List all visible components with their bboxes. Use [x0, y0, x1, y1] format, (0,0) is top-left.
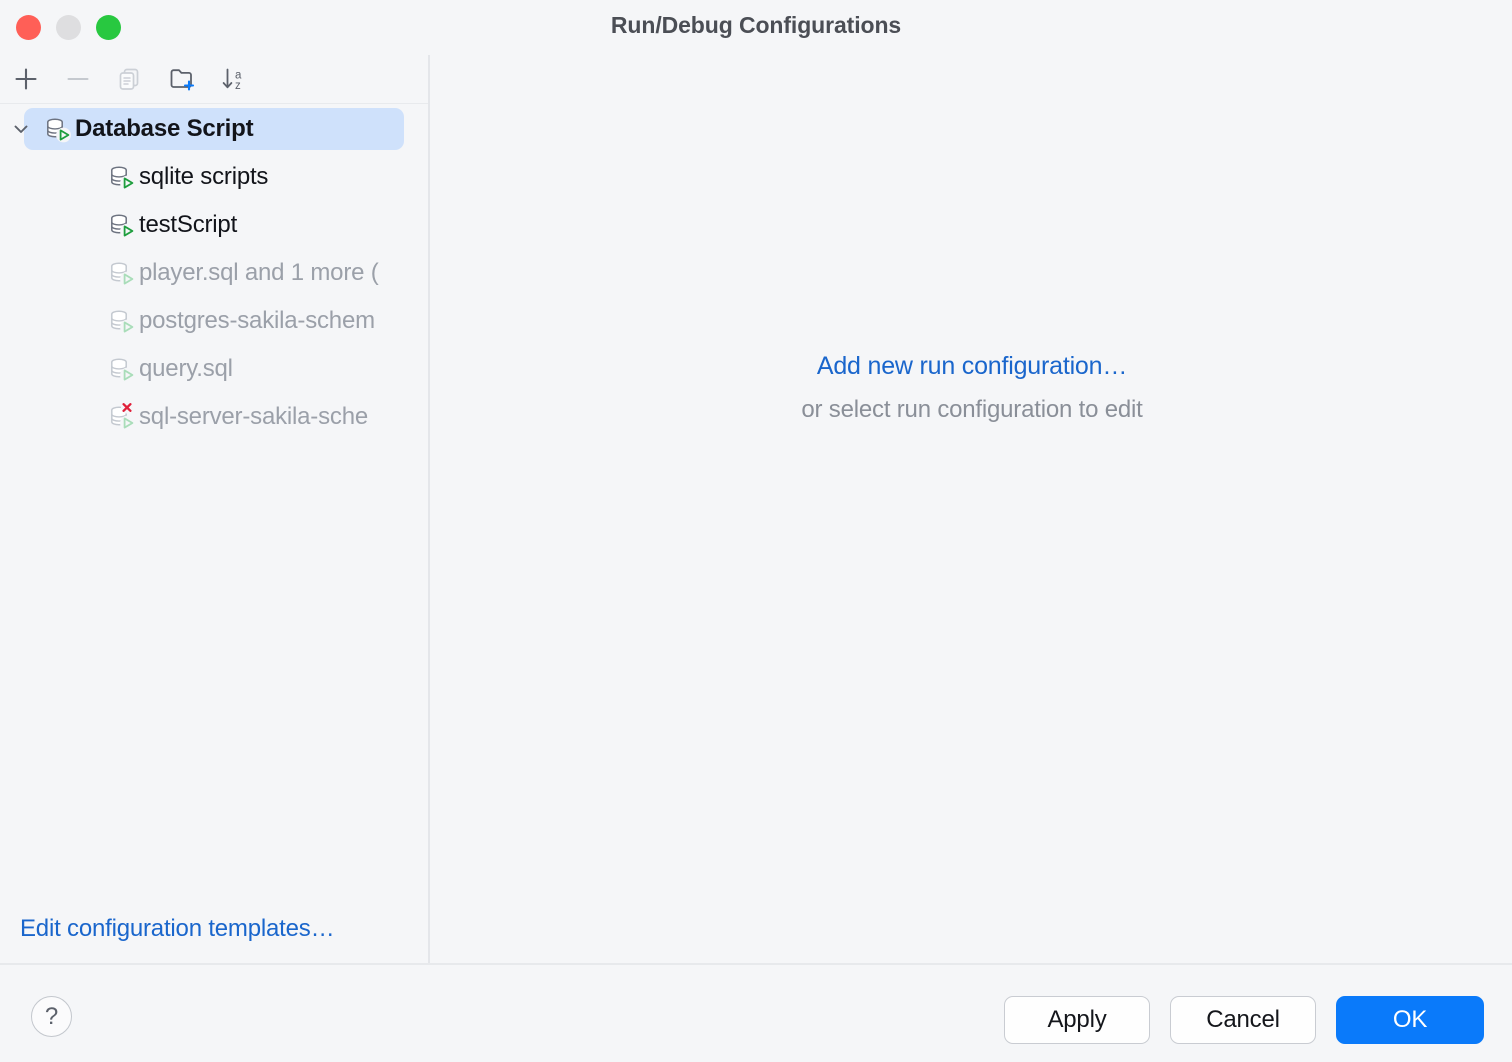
error-badge-icon [121, 401, 133, 414]
dialog-footer: ? Apply Cancel OK [0, 963, 1512, 1062]
help-button[interactable]: ? [31, 996, 72, 1037]
copy-configuration-button[interactable] [113, 62, 147, 96]
sort-configurations-button[interactable]: a z [217, 62, 251, 96]
configurations-panel: a z Database Script sqlite scripts testS… [0, 55, 430, 963]
page-title: Run/Debug Configurations [610, 12, 902, 38]
database-script-run-icon [106, 305, 138, 337]
tree-item-label: query.sql [139, 355, 233, 382]
database-script-run-icon [106, 161, 138, 193]
new-folder-button[interactable] [165, 62, 199, 96]
database-script-run-icon [42, 113, 74, 145]
minus-icon [67, 77, 89, 81]
sort-alphabetically-icon: a z [222, 68, 242, 92]
empty-state: Add new run configuration… or select run… [432, 352, 1512, 424]
run-debug-configurations-dialog: Run/Debug Configurations a z Database Sc… [0, 0, 1512, 1062]
copy-icon [119, 68, 139, 90]
ok-button[interactable]: OK [1336, 996, 1484, 1044]
new-folder-icon [170, 69, 195, 91]
tree-item-database-script[interactable]: Database Script [0, 105, 428, 153]
tree-item-label: Database Script [75, 115, 254, 142]
tree-item-label: testScript [139, 211, 238, 238]
tree-item-sql-server-sakila-schema[interactable]: sql-server-sakila-sche [0, 393, 428, 441]
remove-configuration-button[interactable] [61, 62, 95, 96]
dialog-action-buttons: Apply Cancel OK [1004, 996, 1484, 1044]
svg-text:z: z [235, 80, 241, 92]
database-script-run-error-icon [106, 401, 138, 433]
tree-item-label: postgres-sakila-schem [139, 307, 375, 334]
configurations-toolbar: a z [0, 55, 428, 104]
apply-button[interactable]: Apply [1004, 996, 1150, 1044]
database-script-run-icon [106, 257, 138, 289]
tree-item-label: sql-server-sakila-sche [139, 403, 368, 430]
tree-item-postgres-sakila-schema[interactable]: postgres-sakila-schem [0, 297, 428, 345]
configurations-tree[interactable]: Database Script sqlite scripts testScrip… [0, 105, 428, 915]
tree-item-query-sql[interactable]: query.sql [0, 345, 428, 393]
tree-item-testscript[interactable]: testScript [0, 201, 428, 249]
tree-item-label: sqlite scripts [139, 163, 269, 190]
tree-item-label: player.sql and 1 more ( [139, 259, 379, 286]
add-new-run-configuration-link[interactable]: Add new run configuration… [817, 352, 1127, 381]
expand-collapse-toggle[interactable] [0, 118, 42, 140]
database-script-run-icon [106, 353, 138, 385]
edit-configuration-templates-link[interactable]: Edit configuration templates… [20, 915, 335, 943]
tree-item-player-sql[interactable]: player.sql and 1 more ( [0, 249, 428, 297]
configuration-detail-panel: Add new run configuration… or select run… [432, 55, 1512, 963]
database-script-run-icon [106, 209, 138, 241]
cancel-button[interactable]: Cancel [1170, 996, 1316, 1044]
empty-state-hint: or select run configuration to edit [801, 396, 1143, 423]
tree-item-sqlite-scripts[interactable]: sqlite scripts [0, 153, 428, 201]
titlebar: Run/Debug Configurations [0, 0, 1512, 55]
chevron-down-icon [14, 125, 28, 133]
plus-icon [15, 68, 37, 90]
add-configuration-button[interactable] [9, 62, 43, 96]
